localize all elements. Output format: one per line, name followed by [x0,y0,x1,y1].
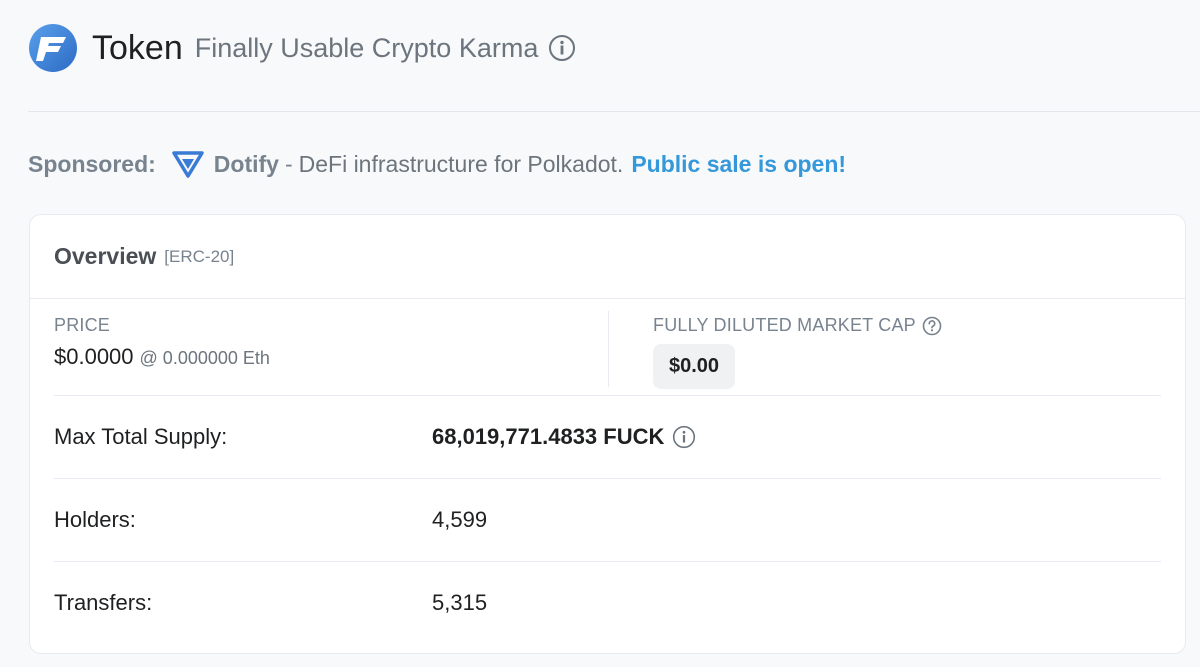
price-caption: PRICE [54,315,111,335]
public-sale-link[interactable]: Public sale is open! [631,151,846,178]
price-eth: @ 0.000000 Eth [139,348,270,368]
token-header: Token Finally Usable Crypto Karma [28,22,576,74]
holders-label: Holders: [54,507,136,532]
sponsor-description: DeFi infrastructure for Polkadot. [298,150,624,177]
header-divider [28,111,1200,112]
holders-value[interactable]: 4,599 [432,507,487,533]
price-value: $0.0000 [54,344,134,369]
market-cap-block: FULLY DILUTED MARKET CAP $0.00 [653,315,942,389]
question-icon[interactable] [922,316,942,336]
market-cap-caption-row: FULLY DILUTED MARKET CAP [653,315,942,336]
sponsored-label: Sponsored: [28,150,156,177]
transfers-value[interactable]: 5,315 [432,590,487,616]
sponsored-banner: Sponsored: Dotify - DeFi infrastructure … [28,148,846,180]
transfers-label: Transfers: [54,590,153,615]
price-block: PRICE $0.0000 @ 0.000000 Eth [54,315,270,370]
token-full-name: Finally Usable Crypto Karma [194,32,539,63]
market-cap-caption: FULLY DILUTED MARKET CAP [653,315,916,335]
token-logo-icon [29,24,77,72]
max-supply-value: 68,019,771.4833 FUCK [432,424,665,449]
market-cap-value: $0.00 [653,344,736,389]
overview-title: Overview [54,243,157,269]
sponsor-dash: - [284,150,293,177]
vertical-divider [608,311,609,387]
price-line: $0.0000 @ 0.000000 Eth [54,344,270,370]
dotify-logo-icon[interactable] [172,150,204,178]
token-standard: [ERC-20] [164,246,235,266]
overview-rows: Max Total Supply: 68,019,771.4833 FUCK H… [54,395,1161,644]
price-row: PRICE $0.0000 @ 0.000000 Eth FULLY DILUT… [30,299,1185,395]
max-supply-label: Max Total Supply: [54,424,228,449]
table-row: Max Total Supply: 68,019,771.4833 FUCK [54,395,1161,478]
page-title: Token [92,28,183,67]
info-icon[interactable] [672,425,696,449]
overview-header: Overview [ERC-20] [30,215,1185,299]
table-row: Holders: 4,599 [54,478,1161,561]
table-row: Transfers: 5,315 [54,561,1161,644]
info-icon[interactable] [548,34,576,62]
sponsor-brand[interactable]: Dotify [214,151,279,178]
max-supply-value-wrap: 68,019,771.4833 FUCK [432,424,696,450]
overview-card: Overview [ERC-20] PRICE $0.0000 @ 0.0000… [29,214,1186,654]
